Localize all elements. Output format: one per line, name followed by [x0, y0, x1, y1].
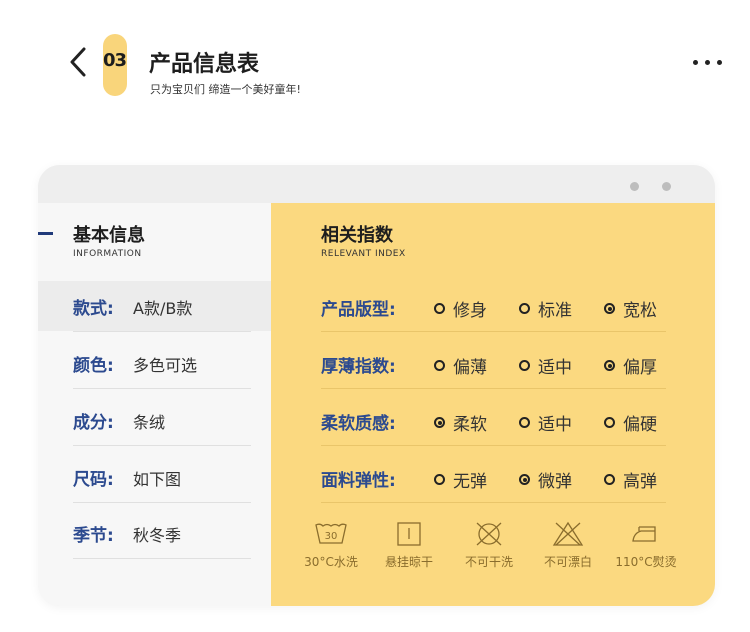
option-radio[interactable]: 无弹	[434, 467, 487, 492]
info-row-value: 如下图	[133, 470, 182, 489]
divider	[321, 502, 666, 503]
relevant-index-title: 相关指数	[321, 225, 393, 246]
radio-icon	[604, 474, 615, 485]
basic-info-title: 基本信息	[73, 225, 145, 246]
radio-selected-icon	[519, 474, 530, 485]
radio-selected-icon	[604, 360, 615, 371]
page-subtitle: 只为宝贝们 缔造一个美好童年!	[150, 83, 301, 96]
section-marker	[38, 232, 53, 235]
care-no-bleach: 不可漂白	[533, 521, 603, 570]
index-row-label: 面料弹性:	[321, 471, 396, 491]
divider	[73, 558, 251, 559]
info-row-label: 颜色:	[73, 356, 114, 376]
option-label: 适中	[538, 415, 572, 435]
radio-icon	[434, 474, 445, 485]
divider	[73, 445, 251, 446]
option-label: 修身	[453, 301, 487, 321]
option-radio[interactable]: 标准	[519, 296, 572, 321]
info-row-material[interactable]: 成分: 条绒	[38, 395, 271, 445]
iron-icon	[632, 526, 656, 542]
care-hang-dry: 悬挂晾干	[374, 521, 444, 570]
divider	[73, 388, 251, 389]
radio-selected-icon	[604, 303, 615, 314]
option-radio[interactable]: 修身	[434, 296, 487, 321]
option-label: 无弹	[453, 472, 487, 492]
relevant-index-panel: 相关指数 RELEVANT INDEX 产品版型: 修身 标准 宽松 厚薄指数:…	[271, 203, 715, 606]
more-menu-icon[interactable]	[693, 60, 722, 65]
radio-icon	[519, 303, 530, 314]
info-row-value: 秋冬季	[133, 526, 182, 545]
index-row-label: 厚薄指数:	[321, 357, 396, 377]
option-radio-selected[interactable]: 微弹	[519, 467, 572, 492]
option-radio[interactable]: 适中	[519, 410, 572, 435]
divider	[321, 445, 666, 446]
page-title: 产品信息表	[149, 52, 260, 77]
care-label: 110°C熨烫	[615, 555, 677, 569]
info-row-label: 尺码:	[73, 470, 114, 490]
radio-icon	[519, 417, 530, 428]
option-label: 偏硬	[623, 415, 657, 435]
index-row-label: 柔软质感:	[321, 414, 396, 434]
option-radio[interactable]: 适中	[519, 353, 572, 378]
info-row-label: 款式:	[73, 299, 114, 319]
care-iron-110: 110°C熨烫	[611, 521, 681, 570]
info-row-style[interactable]: 款式: A款/B款	[38, 281, 271, 331]
no-bleach-icon	[552, 521, 584, 546]
info-row-value: A款/B款	[133, 299, 193, 318]
window-dots-icon	[630, 182, 671, 191]
radio-icon	[519, 360, 530, 371]
index-row-label: 产品版型:	[321, 300, 396, 320]
option-label: 偏厚	[623, 358, 657, 378]
option-radio-selected[interactable]: 宽松	[604, 296, 657, 321]
radio-icon	[434, 303, 445, 314]
option-label: 适中	[538, 358, 572, 378]
option-label: 高弹	[623, 472, 657, 492]
care-label: 30°C水洗	[304, 555, 358, 569]
index-row-thickness: 厚薄指数: 偏薄 适中 偏厚	[321, 352, 701, 382]
option-label: 偏薄	[453, 358, 487, 378]
info-row-label: 季节:	[73, 526, 114, 546]
basic-info-subtitle: INFORMATION	[73, 249, 142, 259]
care-label: 悬挂晾干	[384, 555, 433, 569]
info-row-color[interactable]: 颜色: 多色可选	[38, 338, 271, 388]
radio-icon	[604, 417, 615, 428]
info-row-value: 条绒	[133, 413, 166, 432]
option-label: 标准	[538, 301, 572, 321]
radio-selected-icon	[434, 417, 445, 428]
card-title-bar	[38, 165, 715, 203]
option-label: 宽松	[623, 301, 657, 321]
info-row-size[interactable]: 尺码: 如下图	[38, 452, 271, 502]
wash-30-icon: 30	[315, 523, 347, 544]
option-label: 柔软	[453, 415, 487, 435]
divider	[321, 331, 666, 332]
info-row-season[interactable]: 季节: 秋冬季	[38, 508, 271, 558]
option-radio[interactable]: 高弹	[604, 467, 657, 492]
divider	[321, 388, 666, 389]
option-radio[interactable]: 偏薄	[434, 353, 487, 378]
index-row-fit: 产品版型: 修身 标准 宽松	[321, 295, 701, 325]
option-radio-selected[interactable]: 柔软	[434, 410, 487, 435]
basic-info-panel: 基本信息 INFORMATION 款式: A款/B款 颜色: 多色可选 成分: …	[38, 203, 271, 606]
option-label: 微弹	[538, 472, 572, 492]
info-row-value: 多色可选	[133, 356, 198, 375]
product-info-card: 基本信息 INFORMATION 款式: A款/B款 颜色: 多色可选 成分: …	[38, 165, 715, 606]
index-row-softness: 柔软质感: 柔软 适中 偏硬	[321, 409, 701, 439]
back-chevron-icon[interactable]	[66, 45, 92, 79]
divider	[73, 331, 251, 332]
radio-icon	[434, 360, 445, 371]
index-row-elasticity: 面料弹性: 无弹 微弹 高弹	[321, 466, 701, 496]
option-radio[interactable]: 偏硬	[604, 410, 657, 435]
hang-dry-icon	[397, 522, 421, 546]
care-no-dry-clean: 不可干洗	[454, 521, 524, 570]
relevant-index-subtitle: RELEVANT INDEX	[321, 249, 406, 259]
care-wash-30: 30 30°C水洗	[296, 521, 366, 570]
info-row-label: 成分:	[73, 413, 114, 433]
care-label: 不可干洗	[464, 555, 513, 569]
svg-text:30: 30	[325, 531, 338, 542]
no-tumble-dry-icon	[476, 522, 502, 546]
care-label: 不可漂白	[543, 555, 592, 569]
option-radio-selected[interactable]: 偏厚	[604, 353, 657, 378]
section-number: 03	[103, 50, 127, 71]
divider	[73, 502, 251, 503]
